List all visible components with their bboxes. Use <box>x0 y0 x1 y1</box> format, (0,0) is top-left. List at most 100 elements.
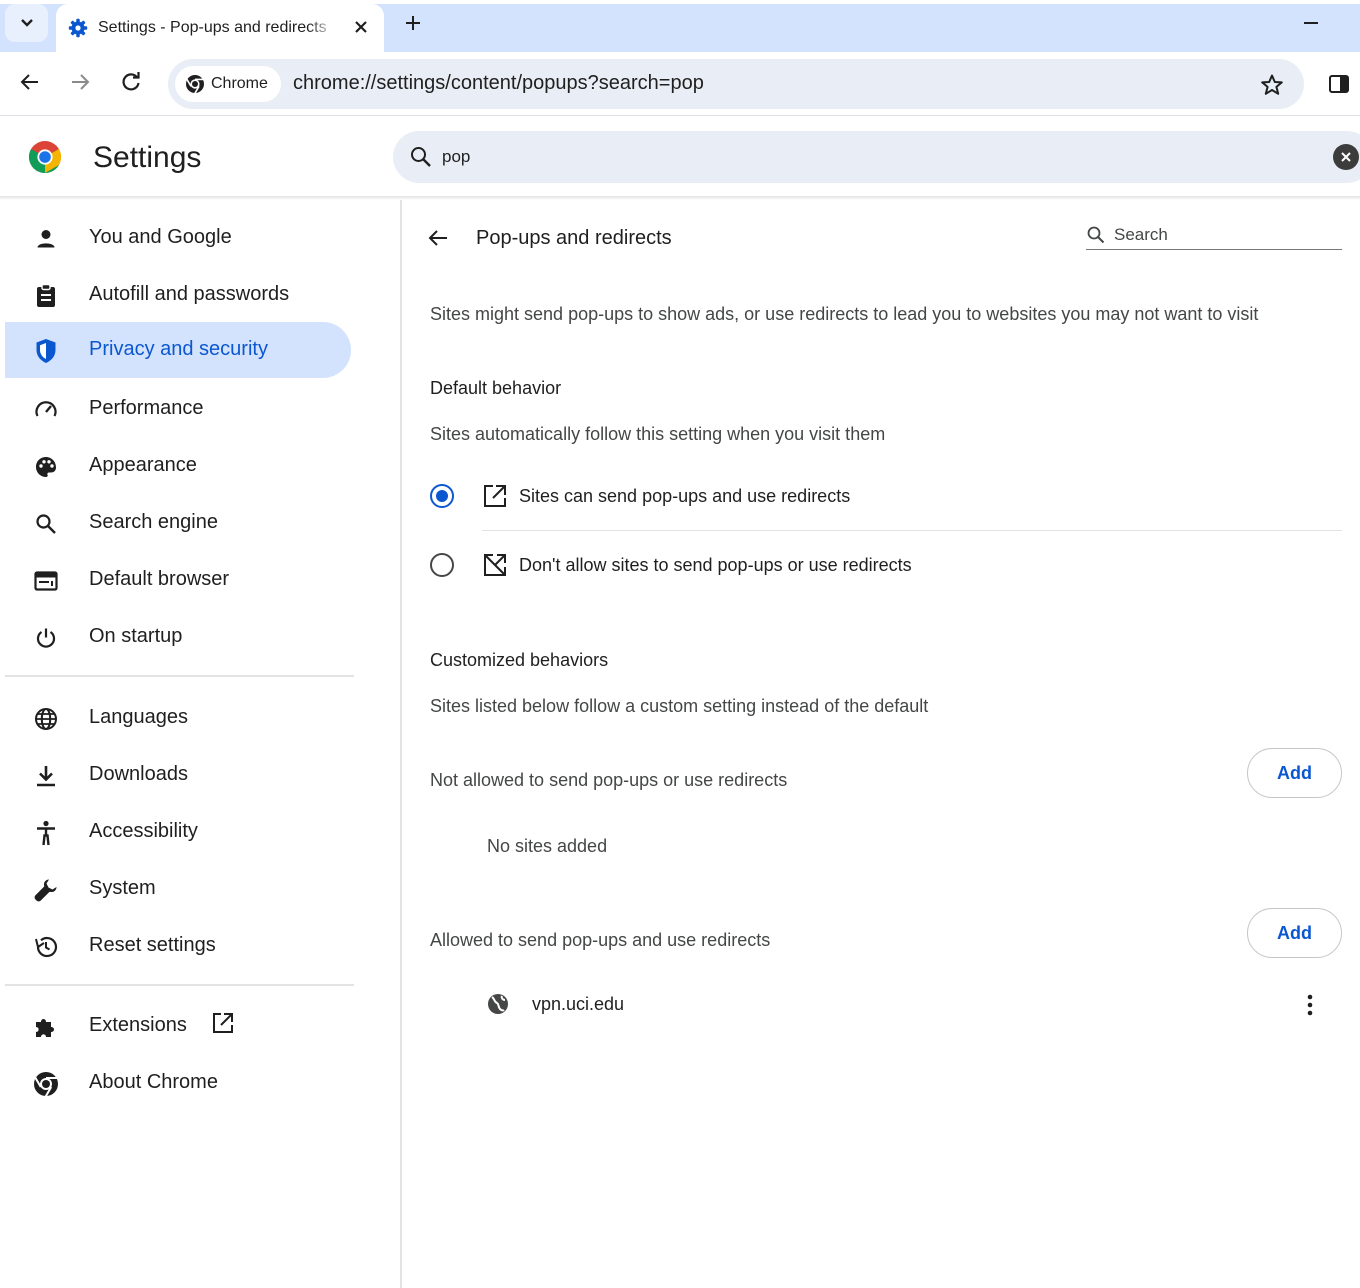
arrow-left-icon <box>428 230 447 246</box>
open-in-new-icon <box>213 1013 233 1033</box>
site-info-chip[interactable]: Chrome <box>175 66 281 102</box>
open-in-new-icon <box>484 485 506 507</box>
chrome-icon <box>186 75 204 94</box>
sidebar-item-label: Appearance <box>89 454 197 476</box>
sidebar-item-search-engine[interactable]: Search engine <box>5 495 351 551</box>
site-name: vpn.uci.edu <box>532 994 625 1014</box>
sidebar-item-performance[interactable]: Performance <box>5 381 351 437</box>
settings-main-content: Pop-ups and redirects Search Sites might… <box>402 200 1360 1288</box>
sidebar-item-accessibility[interactable]: Accessibility <box>5 804 351 860</box>
sidebar-item-label: Default browser <box>89 568 230 590</box>
side-panel-icon <box>1329 75 1349 93</box>
person-icon <box>33 226 59 252</box>
sidebar-item-appearance[interactable]: Appearance <box>5 438 351 494</box>
sidebar-item-label: Privacy and security <box>89 338 268 360</box>
sidebar-item-extensions[interactable]: Extensions <box>5 998 351 1054</box>
minimize-icon <box>1304 22 1318 24</box>
sidebar-item-about-chrome[interactable]: About Chrome <box>5 1055 351 1111</box>
back-button[interactable] <box>14 66 46 98</box>
reload-icon <box>122 72 140 91</box>
search-icon <box>1087 226 1105 244</box>
clear-search-button[interactable] <box>1333 144 1359 170</box>
browser-window-icon <box>33 568 59 594</box>
sidebar-divider <box>5 984 354 986</box>
add-allowed-site-button[interactable]: Add <box>1247 908 1342 958</box>
sidebar-item-reset-settings[interactable]: Reset settings <box>5 918 351 974</box>
chrome-logo-icon <box>28 141 62 174</box>
minimize-window-button[interactable] <box>1296 8 1326 38</box>
radio-button-unselected[interactable] <box>430 553 454 577</box>
sidebar-item-languages[interactable]: Languages <box>5 690 351 746</box>
radio-option-label: Sites can send pop-ups and use redirects <box>519 486 851 506</box>
sidebar-item-privacy-and-security[interactable]: Privacy and security <box>5 322 351 378</box>
subpage-search-placeholder: Search <box>1114 225 1168 244</box>
page-description: Sites might send pop-ups to show ads, or… <box>430 304 1259 324</box>
search-icon <box>33 511 59 537</box>
chrome-icon <box>33 1071 59 1097</box>
chip-label: Chrome <box>211 75 268 92</box>
allowed-site-row[interactable]: vpn.uci.edu <box>430 980 1342 1030</box>
url-text[interactable]: chrome://settings/content/popups?search=… <box>293 72 704 95</box>
sidebar-item-label: Extensions <box>89 1014 187 1036</box>
close-tab-button[interactable] <box>350 16 372 38</box>
settings-search-bar[interactable]: pop <box>393 131 1360 183</box>
more-vert-icon <box>1307 994 1313 1016</box>
search-icon <box>411 147 431 167</box>
sidebar-item-downloads[interactable]: Downloads <box>5 747 351 803</box>
palette-icon <box>33 454 59 480</box>
active-tab[interactable]: Settings - Pop-ups and redirects <box>56 4 384 52</box>
default-behavior-heading: Default behavior <box>430 378 562 398</box>
blocked-list-empty-text: No sites added <box>487 836 608 856</box>
side-panel-button[interactable] <box>1324 70 1354 98</box>
sidebar-item-label: Accessibility <box>89 820 198 842</box>
settings-search-input[interactable]: pop <box>442 147 470 167</box>
subpage-back-button[interactable] <box>424 224 452 252</box>
radio-button-selected[interactable] <box>430 484 454 508</box>
star-icon <box>1261 74 1283 95</box>
wrench-icon <box>33 877 59 903</box>
radio-option-block[interactable]: Don't allow sites to send pop-ups or use… <box>430 539 1342 595</box>
globe-icon <box>488 994 508 1014</box>
sidebar-divider <box>5 675 354 677</box>
tab-search-button[interactable] <box>5 4 48 42</box>
customized-behaviors-subtext: Sites listed below follow a custom setti… <box>430 696 929 716</box>
arrow-right-icon <box>72 74 90 90</box>
sidebar-item-system[interactable]: System <box>5 861 351 917</box>
sidebar-item-default-browser[interactable]: Default browser <box>5 552 351 608</box>
default-behavior-subtext: Sites automatically follow this setting … <box>430 424 886 444</box>
tab-title: Settings - Pop-ups and redirects <box>98 19 327 36</box>
add-blocked-site-button[interactable]: Add <box>1247 748 1342 798</box>
arrow-left-icon <box>20 74 38 90</box>
globe-icon <box>33 706 59 732</box>
sidebar-item-on-startup[interactable]: On startup <box>5 609 351 665</box>
new-tab-button[interactable] <box>398 8 428 38</box>
gear-icon <box>68 18 88 38</box>
subpage-search-field[interactable]: Search <box>1086 222 1342 250</box>
sidebar-item-label: Languages <box>89 706 188 728</box>
close-icon <box>1341 152 1351 162</box>
page-title: Pop-ups and redirects <box>476 227 672 249</box>
forward-button[interactable] <box>64 66 96 98</box>
download-icon <box>33 763 59 789</box>
chevron-down-icon <box>20 19 33 27</box>
address-bar[interactable]: Chrome chrome://settings/content/popups?… <box>168 59 1304 109</box>
sidebar-item-label: You and Google <box>89 226 232 248</box>
bookmark-star-button[interactable] <box>1258 71 1286 99</box>
sidebar-item-label: System <box>89 877 156 899</box>
accessibility-icon <box>33 820 59 846</box>
sidebar-item-label: Reset settings <box>89 934 216 956</box>
sidebar-item-you-and-google[interactable]: You and Google <box>5 210 351 266</box>
sidebar-item-label: Performance <box>89 397 204 419</box>
radio-option-allow[interactable]: Sites can send pop-ups and use redirects <box>430 470 1342 526</box>
puzzle-icon <box>33 1014 59 1040</box>
sidebar-item-autofill[interactable]: Autofill and passwords <box>5 267 351 323</box>
settings-title: Settings <box>93 141 202 174</box>
plus-icon <box>406 16 420 30</box>
clipboard-icon <box>33 283 59 309</box>
radio-option-label: Don't allow sites to send pop-ups or use… <box>519 555 912 575</box>
restore-icon <box>33 934 59 960</box>
reload-button[interactable] <box>115 66 147 98</box>
tab-strip: Settings - Pop-ups and redirects <box>0 0 1360 52</box>
site-more-actions-button[interactable] <box>1296 990 1324 1020</box>
option-divider <box>482 530 1342 531</box>
